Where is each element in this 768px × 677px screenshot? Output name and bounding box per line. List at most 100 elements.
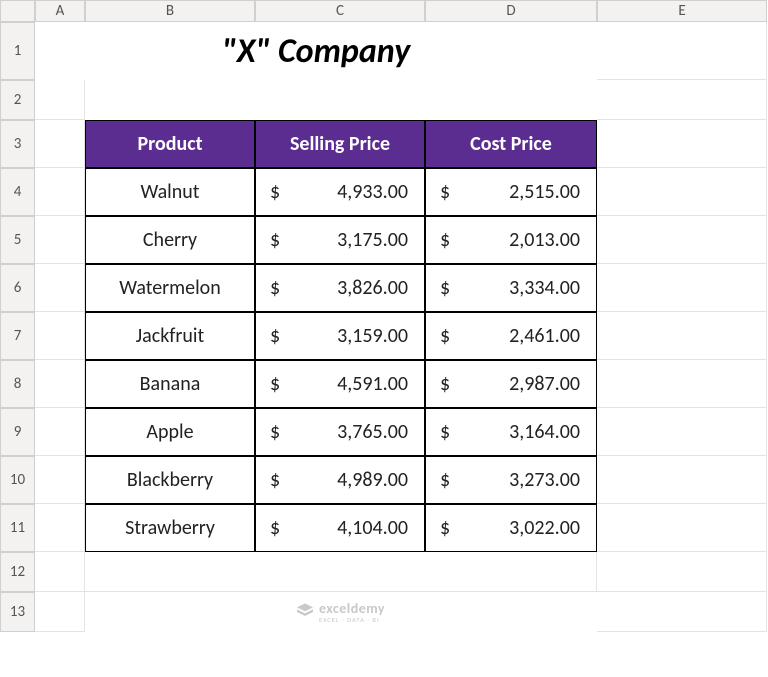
currency-symbol: $ — [270, 420, 280, 444]
cell-selling-1[interactable]: $3,175.00 — [255, 216, 425, 264]
value: 3,159.00 — [337, 324, 408, 348]
currency-symbol: $ — [440, 324, 450, 348]
cell-e13[interactable] — [597, 592, 767, 632]
cell-selling-3[interactable]: $3,159.00 — [255, 312, 425, 360]
currency-symbol: $ — [270, 324, 280, 348]
cell-selling-2[interactable]: $3,826.00 — [255, 264, 425, 312]
row-head-13[interactable]: 13 — [0, 592, 35, 632]
cell-cost-1[interactable]: $2,013.00 — [425, 216, 597, 264]
header-product[interactable]: Product — [85, 120, 255, 168]
cell-e12[interactable] — [597, 552, 767, 592]
cell-e8[interactable] — [597, 360, 767, 408]
value: 3,164.00 — [509, 420, 580, 444]
cell-cost-0[interactable]: $2,515.00 — [425, 168, 597, 216]
watermark-name: exceldemy — [319, 600, 385, 617]
cell-product-2[interactable]: Watermelon — [85, 264, 255, 312]
value: 3,022.00 — [509, 516, 580, 540]
row-head-6[interactable]: 6 — [0, 264, 35, 312]
cell-b12[interactable] — [85, 552, 597, 592]
cell-cost-5[interactable]: $3,164.00 — [425, 408, 597, 456]
currency-symbol: $ — [440, 420, 450, 444]
cell-selling-7[interactable]: $4,104.00 — [255, 504, 425, 552]
cell-product-5[interactable]: Apple — [85, 408, 255, 456]
spreadsheet: A B C D E 1 "X" Company 2 3 Product Sell… — [0, 0, 768, 632]
cell-a12[interactable] — [35, 552, 85, 592]
value: 2,013.00 — [509, 228, 580, 252]
currency-symbol: $ — [270, 228, 280, 252]
value: 3,826.00 — [337, 276, 408, 300]
value: 4,933.00 — [337, 180, 408, 204]
cell-product-3[interactable]: Jackfruit — [85, 312, 255, 360]
cell-a10[interactable] — [35, 456, 85, 504]
cell-b2[interactable] — [85, 80, 597, 120]
cell-product-6[interactable]: Blackberry — [85, 456, 255, 504]
watermark: exceldemy EXCEL · DATA · BI — [85, 592, 597, 632]
value: 3,273.00 — [509, 468, 580, 492]
cell-selling-4[interactable]: $4,591.00 — [255, 360, 425, 408]
cell-cost-6[interactable]: $3,273.00 — [425, 456, 597, 504]
cell-e2[interactable] — [597, 80, 767, 120]
cell-e1[interactable] — [597, 22, 767, 80]
row-head-4[interactable]: 4 — [0, 168, 35, 216]
cell-e9[interactable] — [597, 408, 767, 456]
col-head-b[interactable]: B — [85, 0, 255, 22]
cell-e5[interactable] — [597, 216, 767, 264]
value: 2,987.00 — [509, 372, 580, 396]
row-head-3[interactable]: 3 — [0, 120, 35, 168]
cell-e3[interactable] — [597, 120, 767, 168]
select-all-corner[interactable] — [0, 0, 35, 22]
cell-e4[interactable] — [597, 168, 767, 216]
value: 3,765.00 — [337, 420, 408, 444]
row-head-11[interactable]: 11 — [0, 504, 35, 552]
cell-cost-4[interactable]: $2,987.00 — [425, 360, 597, 408]
row-head-8[interactable]: 8 — [0, 360, 35, 408]
cell-a11[interactable] — [35, 504, 85, 552]
cell-selling-0[interactable]: $4,933.00 — [255, 168, 425, 216]
currency-symbol: $ — [440, 516, 450, 540]
currency-symbol: $ — [440, 468, 450, 492]
row-head-1[interactable]: 1 — [0, 22, 35, 80]
col-head-d[interactable]: D — [425, 0, 597, 22]
header-cost[interactable]: Cost Price — [425, 120, 597, 168]
cell-cost-3[interactable]: $2,461.00 — [425, 312, 597, 360]
cell-a7[interactable] — [35, 312, 85, 360]
cell-selling-5[interactable]: $3,765.00 — [255, 408, 425, 456]
value: 3,175.00 — [337, 228, 408, 252]
cell-selling-6[interactable]: $4,989.00 — [255, 456, 425, 504]
row-head-7[interactable]: 7 — [0, 312, 35, 360]
cell-cost-2[interactable]: $3,334.00 — [425, 264, 597, 312]
col-head-c[interactable]: C — [255, 0, 425, 22]
row-head-10[interactable]: 10 — [0, 456, 35, 504]
cell-a13[interactable] — [35, 592, 85, 632]
cell-a6[interactable] — [35, 264, 85, 312]
cell-a4[interactable] — [35, 168, 85, 216]
currency-symbol: $ — [440, 228, 450, 252]
cell-e10[interactable] — [597, 456, 767, 504]
cell-product-7[interactable]: Strawberry — [85, 504, 255, 552]
cell-a5[interactable] — [35, 216, 85, 264]
value: 3,334.00 — [509, 276, 580, 300]
row-head-2[interactable]: 2 — [0, 80, 35, 120]
cell-e11[interactable] — [597, 504, 767, 552]
cell-a8[interactable] — [35, 360, 85, 408]
cell-product-1[interactable]: Cherry — [85, 216, 255, 264]
header-selling[interactable]: Selling Price — [255, 120, 425, 168]
cell-product-4[interactable]: Banana — [85, 360, 255, 408]
cell-product-0[interactable]: Walnut — [85, 168, 255, 216]
cell-e6[interactable] — [597, 264, 767, 312]
cell-cost-7[interactable]: $3,022.00 — [425, 504, 597, 552]
cell-e7[interactable] — [597, 312, 767, 360]
value: 2,515.00 — [509, 180, 580, 204]
col-head-a[interactable]: A — [35, 0, 85, 22]
currency-symbol: $ — [270, 516, 280, 540]
row-head-5[interactable]: 5 — [0, 216, 35, 264]
cell-a3[interactable] — [35, 120, 85, 168]
value: 4,591.00 — [337, 372, 408, 396]
cell-a2[interactable] — [35, 80, 85, 120]
col-head-e[interactable]: E — [597, 0, 767, 22]
cell-a9[interactable] — [35, 408, 85, 456]
currency-symbol: $ — [270, 276, 280, 300]
row-head-12[interactable]: 12 — [0, 552, 35, 592]
value: 4,989.00 — [337, 468, 408, 492]
row-head-9[interactable]: 9 — [0, 408, 35, 456]
